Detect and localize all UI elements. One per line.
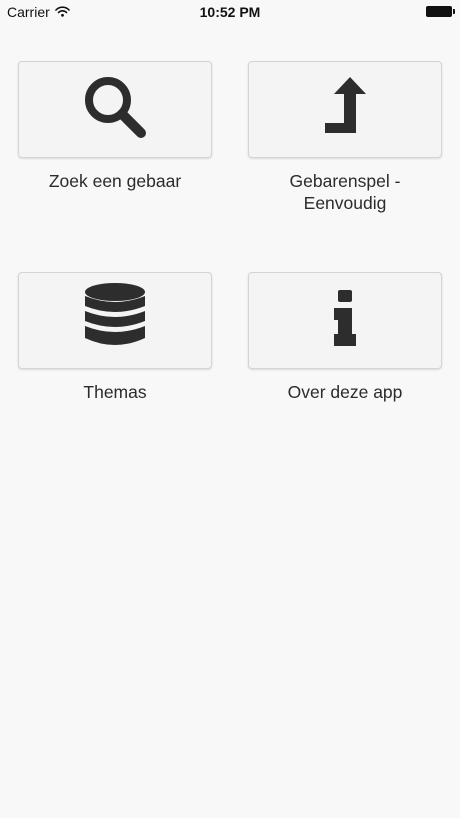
about-button[interactable] bbox=[248, 272, 442, 369]
about-label: Over deze app bbox=[287, 382, 403, 402]
battery-icon bbox=[426, 6, 455, 17]
themes-button[interactable] bbox=[18, 272, 212, 369]
search-label: Zoek een gebaar bbox=[48, 171, 182, 191]
status-time: 10:52 PM bbox=[199, 4, 261, 20]
themes-label: Themas bbox=[83, 382, 147, 402]
search-button[interactable] bbox=[18, 61, 212, 158]
info-icon bbox=[330, 288, 360, 353]
turn-up-arrow-icon bbox=[322, 77, 368, 142]
search-icon bbox=[79, 71, 151, 148]
game-button[interactable] bbox=[248, 61, 442, 158]
database-icon bbox=[83, 282, 147, 359]
game-label: Gebarenspel - Eenvoudig bbox=[289, 171, 401, 213]
status-bar: Carrier 10:52 PM bbox=[0, 0, 460, 24]
